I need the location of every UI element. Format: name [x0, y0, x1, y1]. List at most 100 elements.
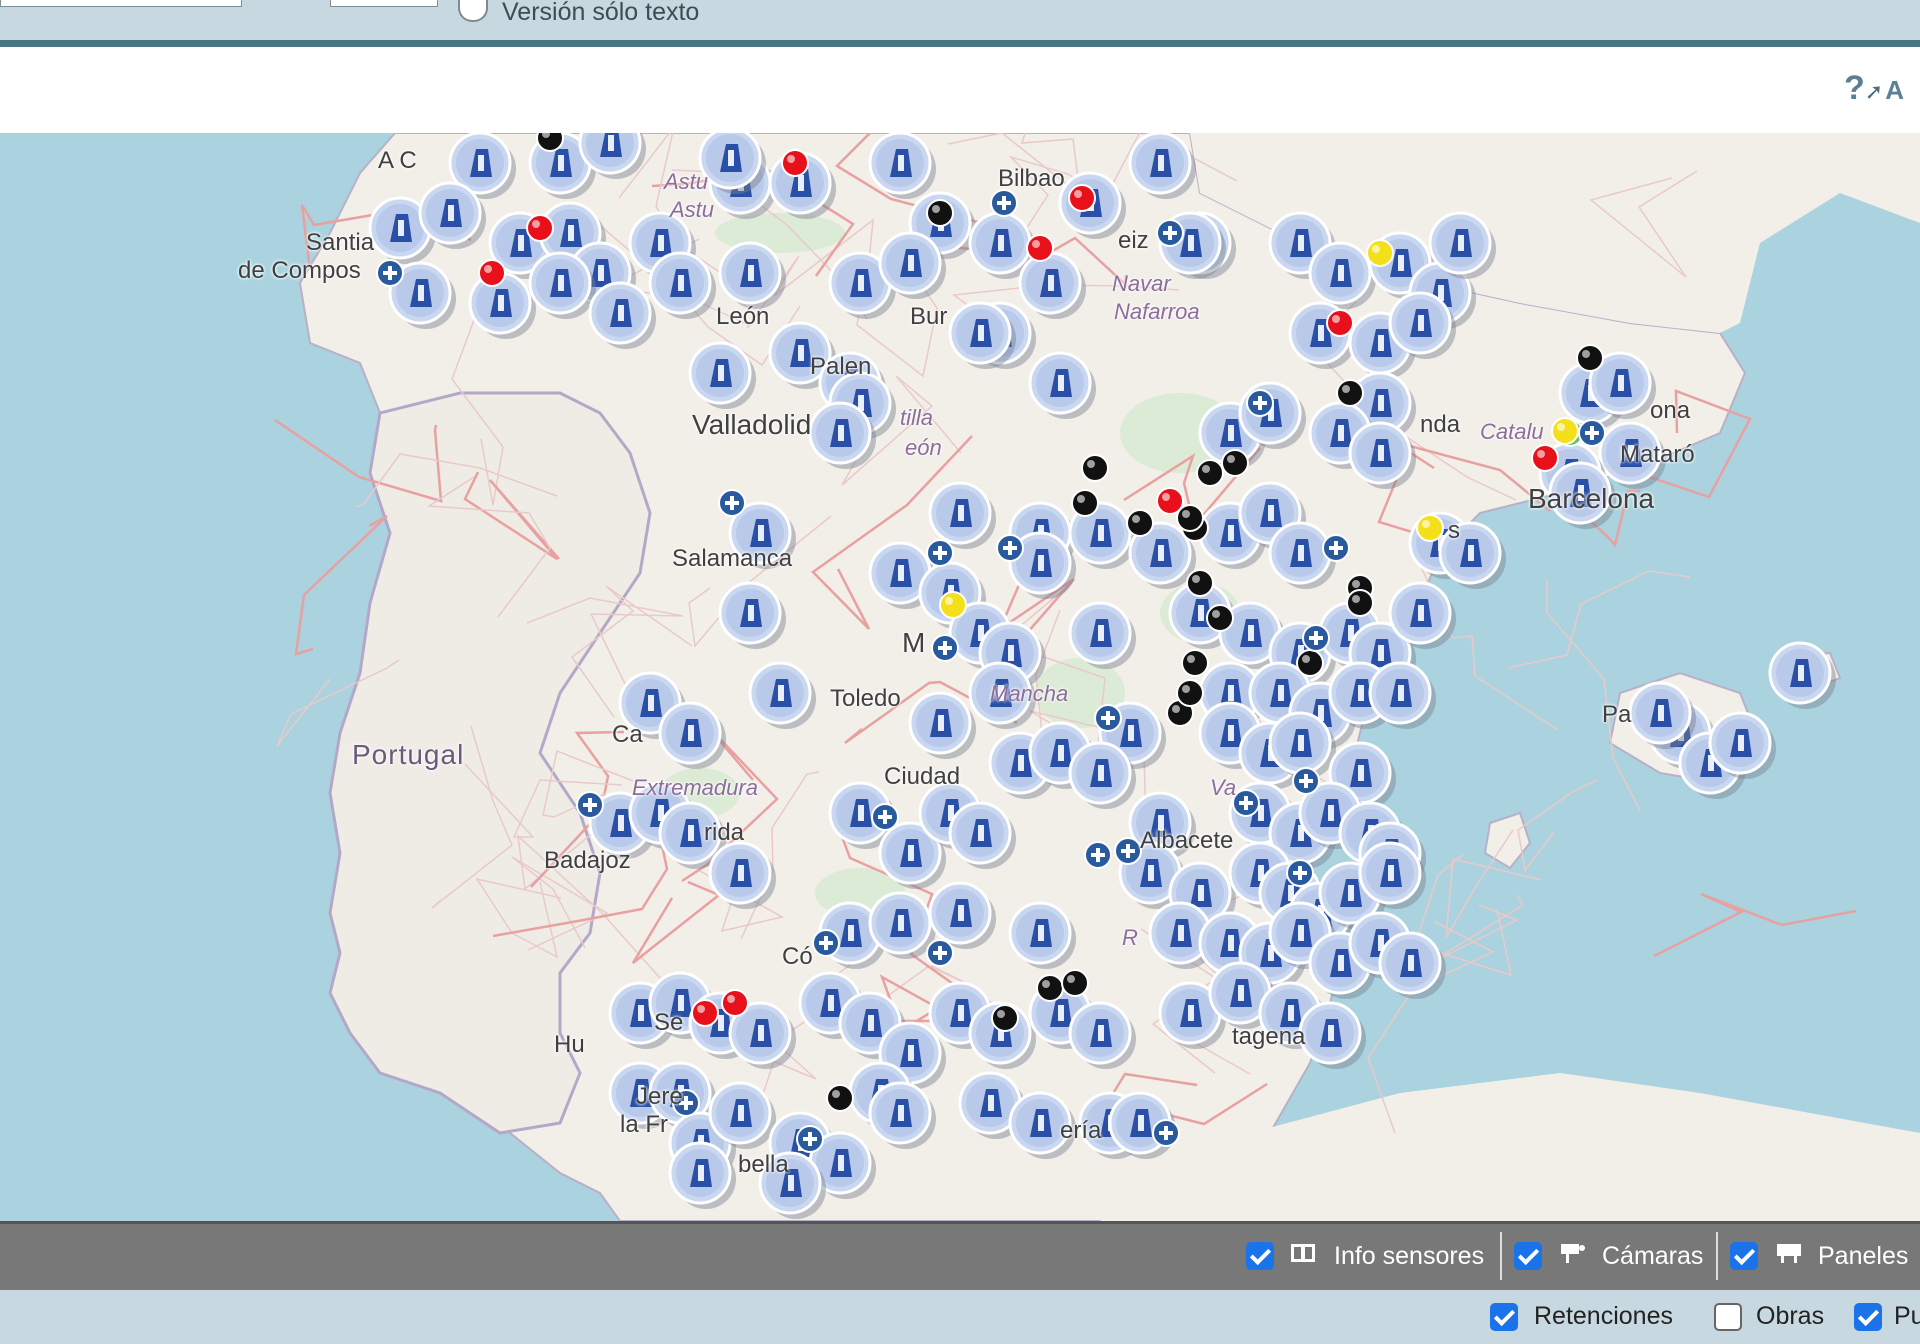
place-asturias-2: Astu	[670, 197, 715, 222]
place-murcia: R	[1122, 925, 1138, 950]
incident-dot[interactable]	[1206, 604, 1234, 632]
cluster-plus-icon[interactable]	[1156, 219, 1184, 247]
incident-dot[interactable]	[1061, 969, 1089, 997]
cluster-plus-icon[interactable]	[1286, 859, 1314, 887]
incident-dot[interactable]	[1176, 679, 1204, 707]
place-valladolid: Valladolid	[692, 409, 812, 440]
place-vitoria: eiz	[1118, 227, 1149, 254]
cluster-plus-icon[interactable]	[1246, 389, 1274, 417]
incident-dot[interactable]	[721, 989, 749, 1017]
place-caceres: Ca	[612, 721, 643, 748]
incident-dot[interactable]	[926, 199, 954, 227]
cluster-plus-icon[interactable]	[1292, 767, 1320, 795]
incident-dot[interactable]	[1296, 649, 1324, 677]
map-canvas[interactable]	[0, 133, 1920, 1221]
incident-dot[interactable]	[1176, 504, 1204, 532]
search-input[interactable]	[0, 0, 242, 7]
incident-dot[interactable]	[1026, 234, 1054, 262]
incident-dot[interactable]	[1366, 239, 1394, 267]
third-filter-checkbox[interactable]	[1854, 1303, 1882, 1331]
place-palencia: Palen	[810, 353, 872, 380]
paneles-label: Paneles	[1818, 1242, 1909, 1270]
incident-dot[interactable]	[1181, 649, 1209, 677]
incident-dot[interactable]	[1196, 459, 1224, 487]
cluster-plus-icon[interactable]	[1322, 534, 1350, 562]
text-only-radio[interactable]	[458, 0, 488, 22]
obras-checkbox[interactable]	[1714, 1303, 1742, 1331]
place-marbella: bella	[738, 1151, 789, 1178]
incident-dot[interactable]	[1126, 509, 1154, 537]
incident-dot[interactable]	[826, 1084, 854, 1112]
incident-dot[interactable]	[1551, 417, 1579, 445]
incident-dot[interactable]	[691, 999, 719, 1027]
place-girona: ona	[1650, 397, 1691, 424]
cluster-plus-icon[interactable]	[1232, 789, 1260, 817]
incident-dot[interactable]	[1326, 309, 1354, 337]
place-extremadura: Extremadura	[632, 775, 758, 800]
traffic-map[interactable]: A C Santia de Compos Bilbao Astu Astu Le…	[0, 133, 1920, 1221]
cluster-plus-icon[interactable]	[990, 189, 1018, 217]
cluster-plus-icon[interactable]	[812, 929, 840, 957]
incident-dot[interactable]	[1071, 489, 1099, 517]
layer-legend-bar: Info sensores Cámaras Paneles	[0, 1221, 1920, 1290]
cluster-plus-icon[interactable]	[1152, 1119, 1180, 1147]
place-salamanca: Salamanca	[672, 545, 793, 572]
panel-sign-icon	[1777, 1244, 1801, 1263]
retenciones-checkbox[interactable]	[1490, 1303, 1518, 1331]
incident-dot[interactable]	[1336, 379, 1364, 407]
cluster-plus-icon[interactable]	[1302, 624, 1330, 652]
cluster-plus-icon[interactable]	[1114, 837, 1142, 865]
incident-dot[interactable]	[1221, 449, 1249, 477]
top-form-strip: Versión sólo texto	[0, 0, 1920, 40]
incident-marker[interactable]	[1378, 931, 1446, 999]
cluster-plus-icon[interactable]	[718, 489, 746, 517]
cluster-plus-icon[interactable]	[796, 1125, 824, 1153]
incident-dot[interactable]	[939, 591, 967, 619]
incident-dot[interactable]	[1036, 974, 1064, 1002]
place-jerez-2: la Fr	[620, 1111, 668, 1138]
place-mataro: Mataró	[1620, 441, 1695, 468]
incident-dot[interactable]	[1416, 514, 1444, 542]
place-castilla-2: eón	[905, 435, 942, 460]
cluster-plus-icon[interactable]	[996, 534, 1024, 562]
cluster-plus-icon[interactable]	[576, 791, 604, 819]
incident-dot[interactable]	[781, 149, 809, 177]
cluster-plus-icon[interactable]	[1084, 841, 1112, 869]
incident-dot[interactable]	[1068, 184, 1096, 212]
place-almeria: ería	[1060, 1117, 1102, 1144]
help-trailing-letter: A	[1885, 75, 1904, 105]
secondary-input[interactable]	[330, 0, 438, 7]
retenciones-label: Retenciones	[1534, 1302, 1673, 1330]
incident-dot[interactable]	[1576, 344, 1604, 372]
cluster-plus-icon[interactable]	[926, 539, 954, 567]
place-bilbao: Bilbao	[998, 165, 1065, 192]
incident-dot[interactable]	[1081, 454, 1109, 482]
cluster-plus-icon[interactable]	[1094, 704, 1122, 732]
incident-dot[interactable]	[536, 133, 564, 152]
incident-dot[interactable]	[1531, 444, 1559, 472]
help-question-icon: ?	[1844, 69, 1865, 107]
place-castilla: tilla	[900, 405, 934, 430]
place-a-coruna: A C	[378, 147, 417, 174]
incident-dot[interactable]	[991, 1004, 1019, 1032]
place-albacete: Albacete	[1140, 827, 1234, 854]
paneles-checkbox[interactable]	[1730, 1242, 1758, 1270]
place-sevilla: Se	[654, 1009, 684, 1036]
help-button[interactable]: ?➚A	[1844, 69, 1904, 108]
cluster-plus-icon[interactable]	[1578, 419, 1606, 447]
incident-dot[interactable]	[478, 259, 506, 287]
place-valencia: Va	[1210, 775, 1237, 800]
place-mancha: Mancha	[990, 681, 1069, 706]
cluster-plus-icon[interactable]	[926, 939, 954, 967]
incident-dot[interactable]	[1346, 589, 1374, 617]
cluster-plus-icon[interactable]	[871, 803, 899, 831]
map-header: ?➚A	[0, 47, 1920, 133]
incident-dot[interactable]	[1186, 569, 1214, 597]
cluster-plus-icon[interactable]	[376, 259, 404, 287]
incident-dot[interactable]	[526, 214, 554, 242]
camaras-checkbox[interactable]	[1514, 1242, 1542, 1270]
third-filter-label: Pu	[1894, 1302, 1920, 1330]
cluster-plus-icon[interactable]	[931, 634, 959, 662]
info-sensores-checkbox[interactable]	[1246, 1242, 1274, 1270]
legend-separator	[1716, 1232, 1718, 1280]
